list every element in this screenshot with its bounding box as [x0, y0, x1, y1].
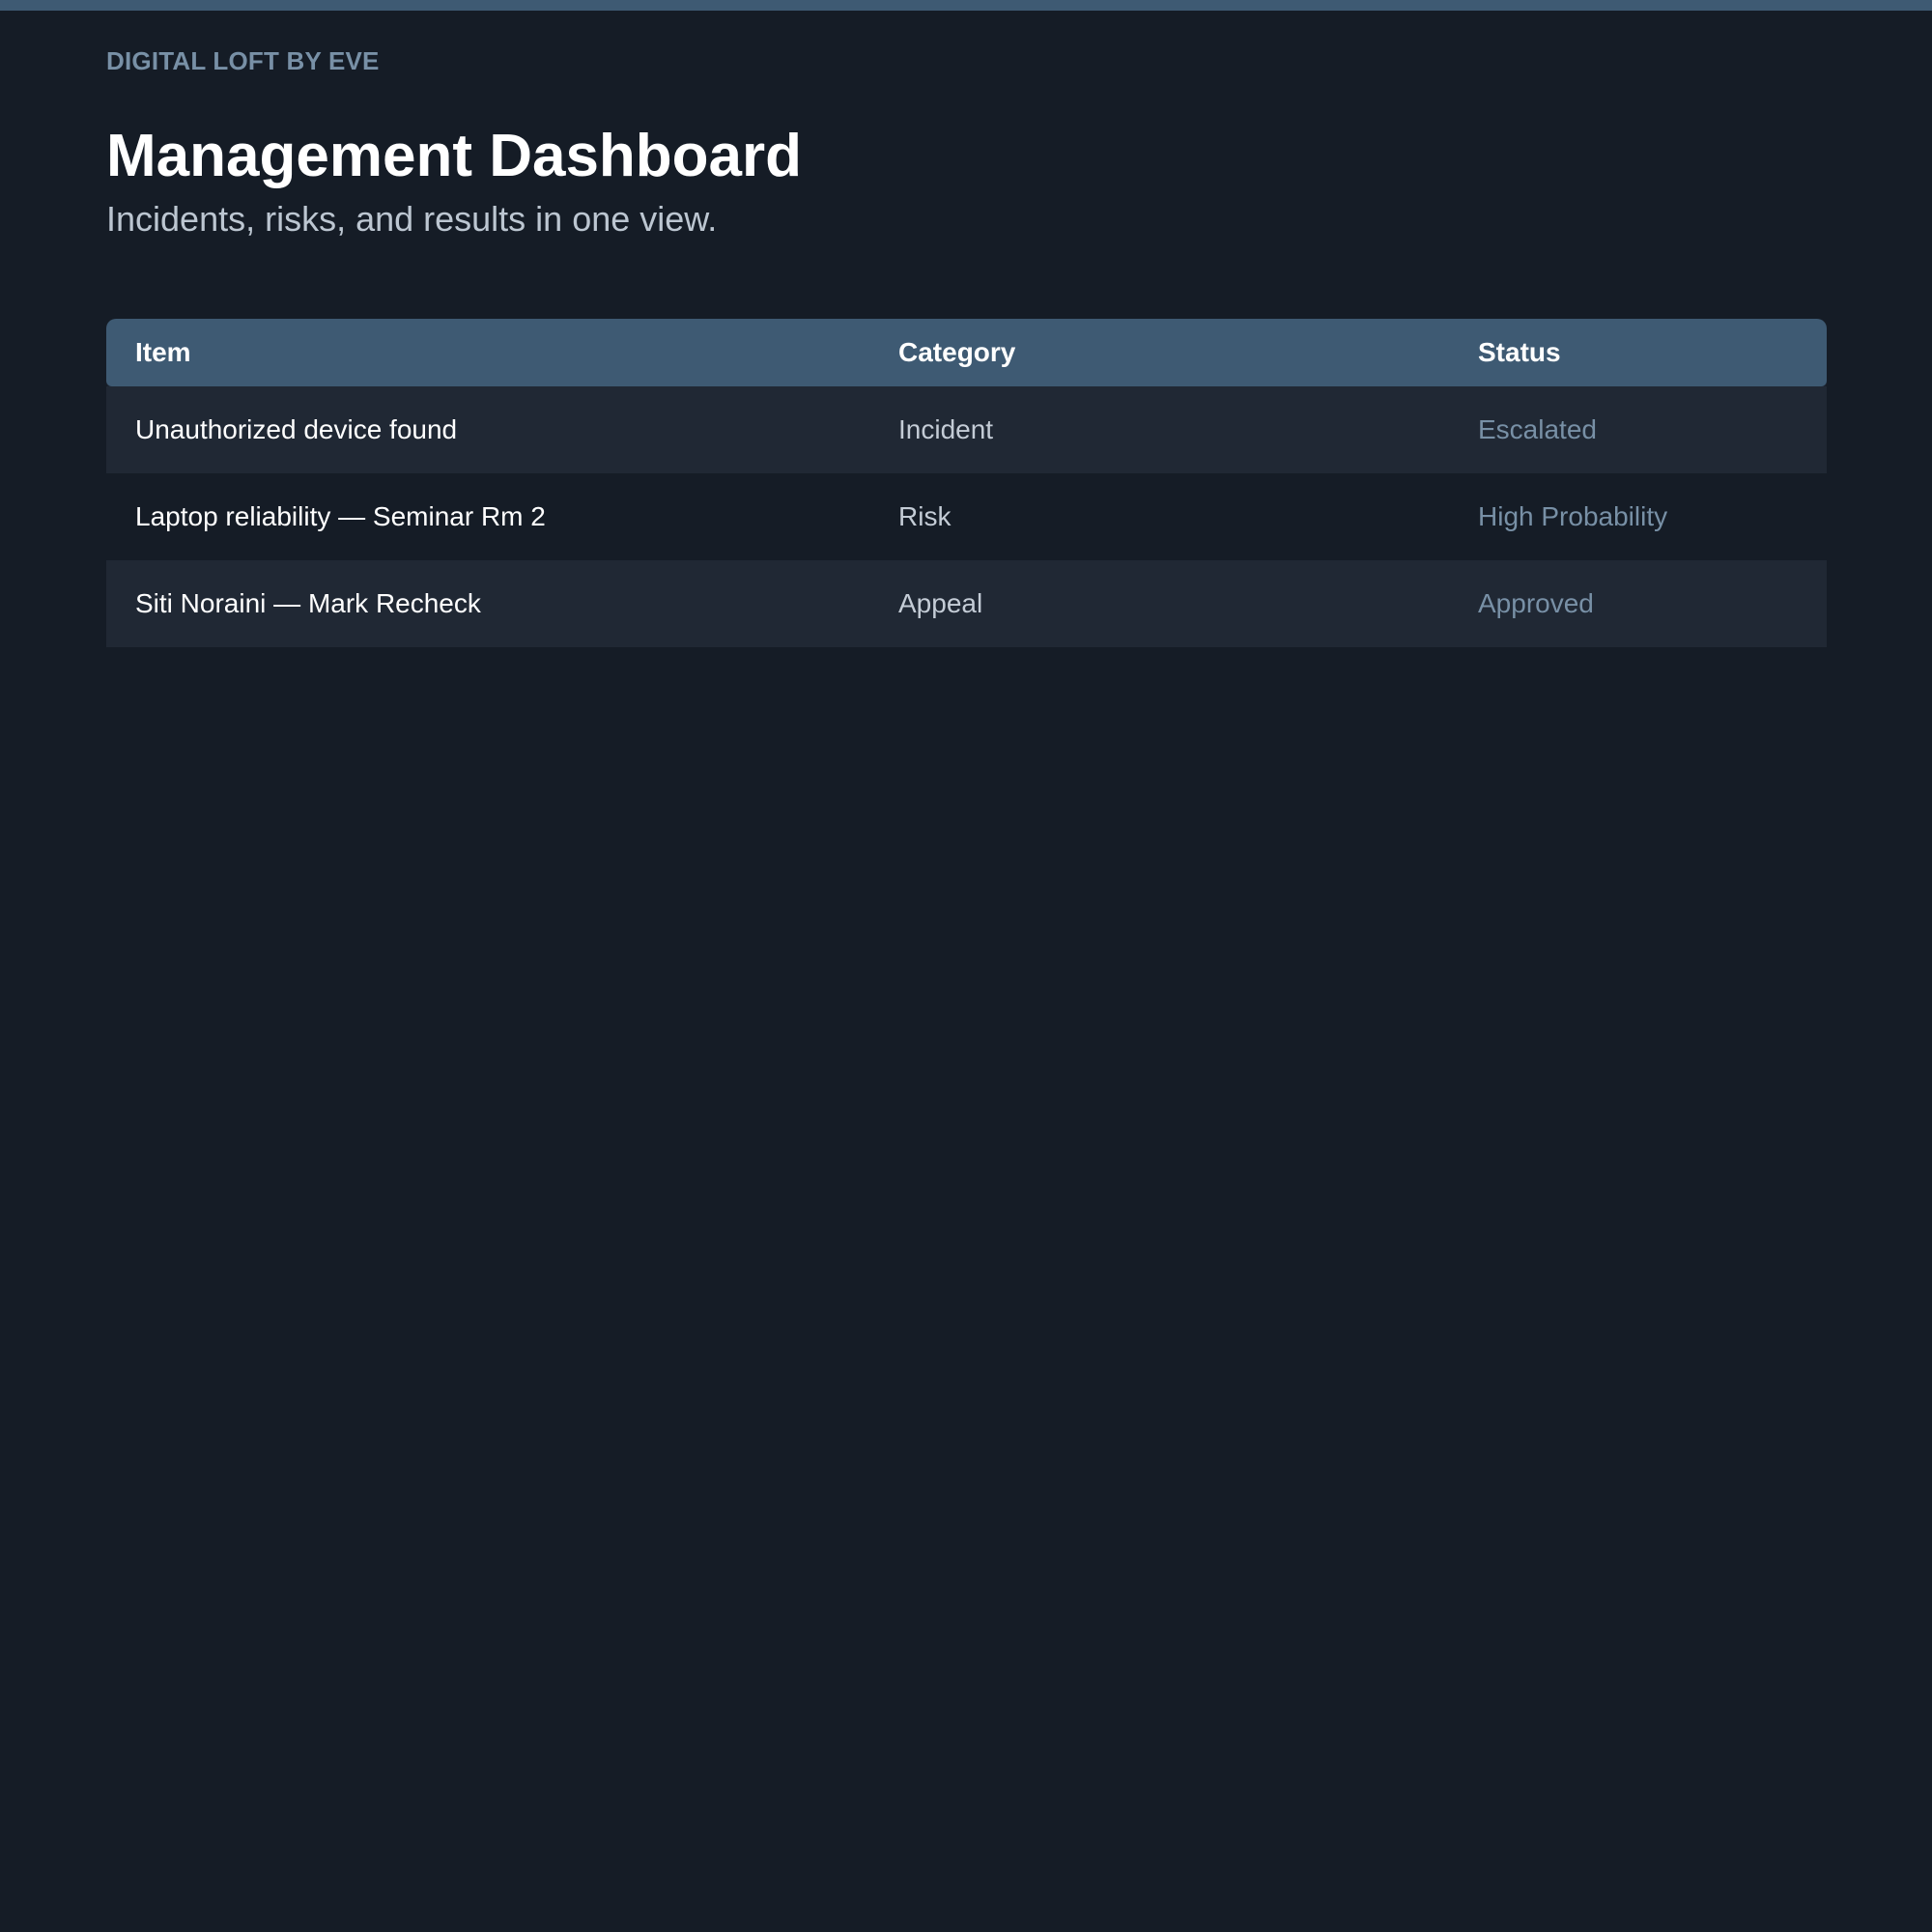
table-row[interactable]: Laptop reliability — Seminar Rm 2 Risk H… [106, 473, 1827, 560]
cell-category: Appeal [898, 588, 983, 618]
page-subtitle: Incidents, risks, and results in one vie… [106, 199, 718, 239]
table-row[interactable]: Siti Noraini — Mark Recheck Appeal Appro… [106, 560, 1827, 647]
table-row[interactable]: Unauthorized device found Incident Escal… [106, 386, 1827, 473]
header-item[interactable]: Item [135, 319, 191, 386]
table-header: Item Category Status [106, 319, 1827, 386]
cell-status: Escalated [1478, 414, 1597, 444]
cell-category: Incident [898, 414, 994, 444]
header-category[interactable]: Category [898, 319, 1015, 386]
cell-category: Risk [898, 501, 952, 531]
top-accent-bar [0, 0, 1932, 11]
cell-item: Laptop reliability — Seminar Rm 2 [135, 501, 546, 531]
cell-item: Unauthorized device found [135, 414, 458, 444]
cell-status: Approved [1478, 588, 1594, 618]
cell-status: High Probability [1478, 501, 1668, 531]
brand-label: DIGITAL LOFT BY EVE [106, 46, 380, 75]
page-title: Management Dashboard [106, 123, 803, 189]
header-status[interactable]: Status [1478, 319, 1561, 386]
cell-item: Siti Noraini — Mark Recheck [135, 588, 481, 618]
dashboard-table: Item Category Status Unauthorized device… [106, 319, 1827, 647]
